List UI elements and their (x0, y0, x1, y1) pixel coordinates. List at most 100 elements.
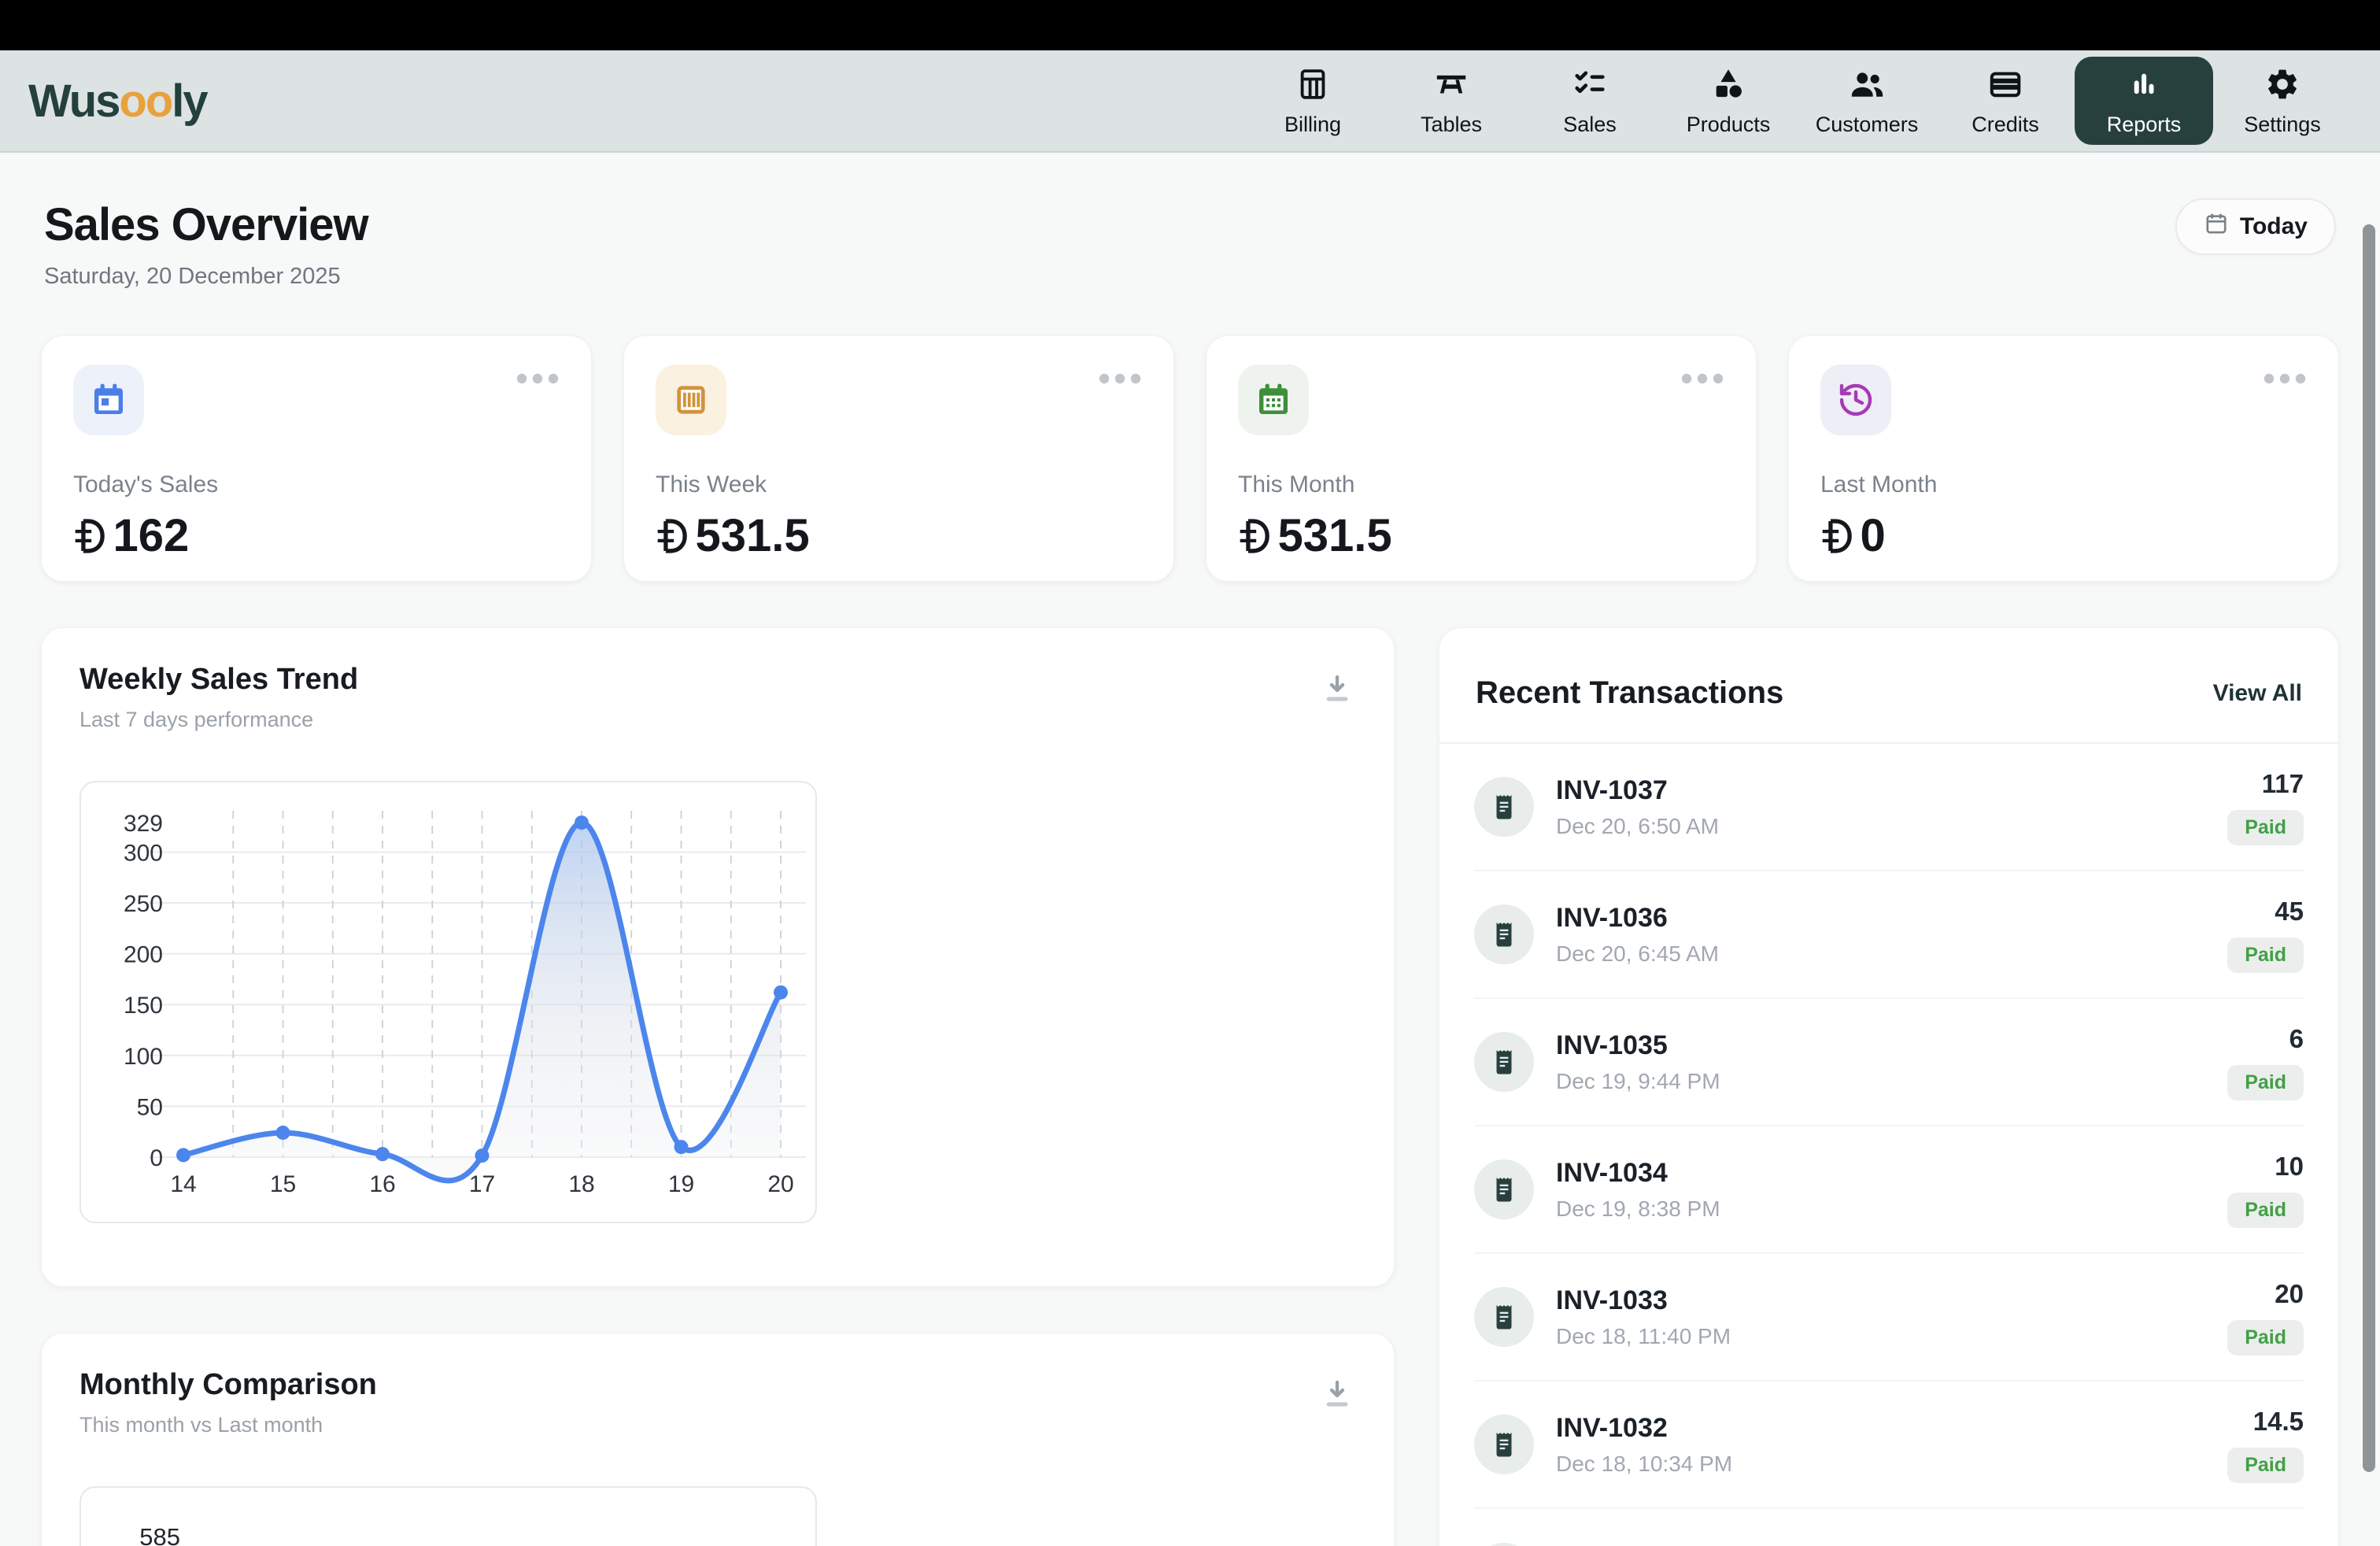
invoice-datetime: Dec 20, 6:45 AM (1556, 941, 1719, 967)
weekly-chart-subtitle: Last 7 days performance (79, 708, 1356, 732)
invoice-amount: 6 (2283, 1024, 2304, 1054)
transaction-row[interactable]: INV-1037 Dec 20, 6:50 AM 117 Paid (1474, 744, 2304, 871)
svg-text:17: 17 (469, 1171, 495, 1197)
invoice-datetime: Dec 18, 10:34 PM (1556, 1452, 1732, 1477)
top-black-bar (0, 0, 2380, 50)
stat-label: Last Month (1820, 472, 2307, 498)
invoice-datetime: Dec 20, 6:50 AM (1556, 814, 1719, 839)
calendar-icon (2204, 211, 2229, 242)
nav-item-billing[interactable]: Billing (1244, 57, 1382, 145)
invoice-number: INV-1034 (1556, 1158, 1720, 1189)
weekly-sales-trend-card: Weekly Sales Trend Last 7 days performan… (41, 627, 1395, 1287)
receipt-icon (1474, 1287, 1534, 1347)
nav-item-sales[interactable]: Sales (1521, 57, 1659, 145)
status-badge: Paid (2227, 1065, 2304, 1100)
svg-text:18: 18 (568, 1171, 594, 1197)
invoice-number: INV-1032 (1556, 1413, 1732, 1444)
svg-text:50: 50 (137, 1094, 163, 1120)
svg-text:14: 14 (170, 1171, 196, 1197)
stat-card-this-week: This Week 531.5 (623, 335, 1174, 582)
double-bar-d-currency-icon (73, 518, 106, 554)
nav-item-products[interactable]: Products (1659, 57, 1798, 145)
transaction-row[interactable]: INV-1033 Dec 18, 11:40 PM 20 Paid (1474, 1254, 2304, 1381)
nav-label: Tables (1421, 113, 1482, 137)
transaction-row[interactable]: INV-1032 Dec 18, 10:34 PM 14.5 Paid (1474, 1381, 2304, 1509)
more-options-icon[interactable] (516, 372, 560, 389)
svg-text:0: 0 (150, 1145, 163, 1171)
double-bar-d-currency-icon (1238, 518, 1271, 554)
svg-text:200: 200 (124, 942, 163, 968)
transaction-row[interactable]: INV-1035 Dec 19, 9:44 PM 6 Paid (1474, 999, 2304, 1126)
download-icon[interactable] (1321, 1378, 1353, 1413)
receipt-icon (1474, 1415, 1534, 1474)
receipt-icon (1474, 1543, 1534, 1546)
nav-label: Customers (1816, 113, 1919, 137)
invoice-amount: 14.5 (2247, 1407, 2304, 1437)
weekly-line-chart: 32930025020015010050014151617181920 (79, 781, 817, 1223)
svg-text:15: 15 (270, 1171, 296, 1197)
nav-item-credits[interactable]: Credits (1936, 57, 2075, 145)
vertical-scrollbar[interactable] (2363, 224, 2375, 1472)
calendar-month-icon (1238, 364, 1309, 435)
monthly-chart-partial: 585 531 (79, 1486, 817, 1546)
recent-transactions-card: Recent Transactions View All INV-1037 De… (1439, 627, 2339, 1546)
nav-label: Products (1687, 113, 1771, 137)
app-logo[interactable]: Wusooly (28, 75, 207, 128)
nav-item-reports[interactable]: Reports (2075, 57, 2213, 145)
svg-text:19: 19 (668, 1171, 694, 1197)
receipt-icon (1474, 904, 1534, 964)
transaction-row[interactable]: INV-1034 Dec 19, 8:38 PM 10 Paid (1474, 1126, 2304, 1254)
reports-icon (2126, 66, 2162, 106)
calendar-today-icon (73, 364, 144, 435)
more-options-icon[interactable] (2263, 372, 2307, 389)
monthly-comparison-card: Monthly Comparison This month vs Last mo… (41, 1333, 1395, 1546)
page-head-left: Sales Overview Saturday, 20 December 202… (44, 198, 368, 290)
today-button[interactable]: Today (2175, 198, 2336, 255)
receipt-icon (1474, 777, 1534, 837)
stat-label: Today's Sales (73, 472, 560, 498)
more-options-icon[interactable] (1098, 372, 1142, 389)
stat-card-this-month: This Month 531.5 (1206, 335, 1757, 582)
nav-label: Reports (2107, 113, 2182, 137)
invoice-datetime: Dec 19, 9:44 PM (1556, 1069, 1720, 1094)
svg-text:150: 150 (124, 993, 163, 1019)
invoice-datetime: Dec 18, 11:40 PM (1556, 1324, 1731, 1349)
download-icon[interactable] (1321, 672, 1353, 708)
svg-text:300: 300 (124, 840, 163, 866)
svg-text:16: 16 (369, 1171, 395, 1197)
tables-icon (1433, 66, 1469, 106)
settings-icon (2264, 66, 2301, 106)
monthly-chart-subtitle: This month vs Last month (79, 1413, 1356, 1437)
sales-icon (1572, 66, 1608, 106)
stat-label: This Week (656, 472, 1142, 498)
transaction-row[interactable]: 61.5 (1474, 1509, 2304, 1546)
nav-item-settings[interactable]: Settings (2213, 57, 2352, 145)
invoice-number: INV-1037 (1556, 775, 1719, 806)
invoice-number: INV-1036 (1556, 903, 1719, 934)
page-date: Saturday, 20 December 2025 (44, 264, 368, 290)
invoice-datetime: Dec 19, 8:38 PM (1556, 1196, 1720, 1222)
invoice-amount: 10 (2268, 1152, 2304, 1182)
nav-label: Settings (2244, 113, 2321, 137)
invoice-amount: 45 (2268, 897, 2304, 926)
stat-label: This Month (1238, 472, 1724, 498)
status-badge: Paid (2227, 1193, 2304, 1228)
status-badge: Paid (2227, 1448, 2304, 1483)
svg-text:20: 20 (767, 1171, 793, 1197)
view-all-link[interactable]: View All (2213, 680, 2302, 707)
weekly-chart-title: Weekly Sales Trend (79, 663, 1356, 697)
app-header: Wusooly Billing Tables Sales Products Cu… (0, 50, 2380, 153)
monthly-ytick: 585 (103, 1522, 180, 1546)
invoice-amount: 20 (2268, 1279, 2304, 1309)
status-badge: Paid (2227, 938, 2304, 973)
stat-card-todays-sales: Today's Sales 162 (41, 335, 592, 582)
svg-text:250: 250 (124, 891, 163, 917)
status-badge: Paid (2227, 1320, 2304, 1356)
transaction-row[interactable]: INV-1036 Dec 20, 6:45 AM 45 Paid (1474, 871, 2304, 999)
status-badge: Paid (2227, 810, 2304, 845)
customers-icon (1849, 66, 1885, 106)
more-options-icon[interactable] (1680, 372, 1724, 389)
nav-item-tables[interactable]: Tables (1382, 57, 1521, 145)
nav-item-customers[interactable]: Customers (1798, 57, 1936, 145)
stat-value: 531.5 (656, 509, 1142, 562)
